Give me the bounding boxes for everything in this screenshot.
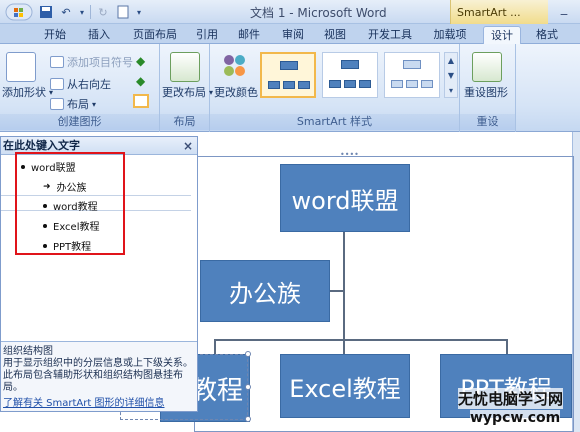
tab-home[interactable]: 开始 — [36, 26, 74, 44]
tab-view[interactable]: 视图 — [318, 26, 352, 44]
smartart-help-link[interactable]: 了解有关 SmartArt 图形的详细信息 — [3, 398, 195, 410]
quick-access-toolbar: ↶ ▾ ↻ ▾ — [4, 3, 143, 21]
frame-handle-top[interactable]: •••• — [340, 150, 359, 159]
right-to-left-label: 从右向左 — [67, 78, 111, 91]
node-child-2[interactable]: Excel教程 — [280, 354, 410, 418]
add-shape-button[interactable]: 添加形状 ▾ — [2, 84, 53, 100]
add-shape-label: 添加形状 — [2, 86, 46, 99]
highlight-box — [15, 152, 125, 255]
tab-developer[interactable]: 开发工具 — [364, 26, 416, 44]
ribbon-tabs: 开始 插入 页面布局 引用 邮件 审阅 视图 开发工具 加载项 设计 格式 — [0, 24, 580, 44]
layout-description-title: 组织结构图 — [3, 346, 53, 357]
change-colors-button[interactable]: 更改颜色▾ — [214, 84, 265, 100]
group-reset: 重设图形 重设 — [460, 44, 516, 132]
add-shape-icon — [6, 52, 36, 82]
add-bullet-label: 添加项目符号 — [67, 56, 133, 69]
tab-mailings[interactable]: 邮件 — [232, 26, 266, 44]
bullet-list-icon — [50, 56, 64, 68]
gallery-scroll[interactable]: ▲ ▼ ▾ — [444, 52, 458, 98]
customize-qat-icon[interactable]: ▾ — [135, 4, 143, 20]
connector-horizontal — [214, 339, 508, 341]
new-document-icon[interactable] — [115, 4, 131, 20]
add-bullet-button[interactable]: 添加项目符号 — [50, 54, 133, 70]
connector-trunk — [343, 232, 345, 340]
ribbon: 添加形状 ▾ 添加项目符号 从右向左 布局 ▾ ◆ ◆ 创建图形 更改布局 ▾ 布局 — [0, 44, 580, 132]
node-root[interactable]: word联盟 — [280, 164, 410, 232]
right-to-left-icon — [50, 78, 64, 90]
resize-handle[interactable] — [245, 384, 251, 390]
node-assistant[interactable]: 办公族 — [200, 260, 330, 322]
reset-graphic-button[interactable]: 重设图形 — [464, 84, 508, 100]
layout-label: 布局 — [67, 98, 89, 111]
watermark-url: wypcw.com — [470, 410, 561, 426]
document-title: 文档 1 - Microsoft Word — [250, 6, 387, 20]
layout-icon — [50, 98, 64, 110]
connector-assistant — [330, 290, 344, 292]
reset-graphic-label: 重设图形 — [464, 86, 508, 99]
reset-label: 重设 — [460, 114, 515, 130]
group-smartart-styles: 更改颜色▾ ▲▼▾ SmartArt 样式 — [210, 44, 460, 132]
close-icon[interactable]: × — [183, 137, 193, 155]
layout-description-body: 用于显示组织中的分层信息或上下级关系。此布局包含辅助形状和组织结构图悬挂布局。 — [3, 358, 193, 393]
connector-child-2 — [343, 339, 345, 355]
tab-review[interactable]: 审阅 — [276, 26, 310, 44]
dropdown-arrow-icon: ▾ — [92, 99, 97, 109]
smartart-styles-label: SmartArt 样式 — [210, 114, 459, 130]
change-layout-label: 更改布局 — [162, 86, 206, 99]
tab-references[interactable]: 引用 — [190, 26, 224, 44]
style-thumbnail-2[interactable] — [322, 52, 378, 98]
tab-insert[interactable]: 插入 — [80, 26, 118, 44]
save-icon[interactable] — [38, 4, 54, 20]
style-thumbnail-3[interactable] — [384, 52, 440, 98]
watermark-text: 无忧电脑学习网 — [458, 388, 564, 409]
text-pane: 在此处键入文字 × word联盟 ➜ 办公族 word教程 Excel教程 PPT… — [0, 136, 198, 412]
change-layout-button[interactable]: 更改布局 ▾ — [162, 84, 213, 100]
change-colors-icon — [220, 52, 250, 80]
connector-child-3 — [506, 339, 508, 355]
layouts-label: 布局 — [160, 114, 209, 130]
connector-child-1 — [214, 339, 216, 355]
smartart-tools-context: SmartArt ... — [450, 0, 548, 24]
qat-separator — [90, 5, 91, 19]
layout-description: 组织结构图 用于显示组织中的分层信息或上下级关系。此布局包含辅助形状和组织结构图… — [1, 341, 197, 411]
resize-handle[interactable] — [245, 351, 251, 357]
style-thumbnail-1[interactable] — [260, 52, 316, 98]
text-pane-toggle-icon[interactable] — [133, 94, 149, 108]
tab-format[interactable]: 格式 — [528, 26, 566, 44]
tab-add-ins[interactable]: 加载项 — [428, 26, 472, 44]
group-layouts: 更改布局 ▾ 布局 — [160, 44, 213, 132]
undo-dropdown-icon[interactable]: ▾ — [78, 4, 86, 20]
text-pane-title: 在此处键入文字 — [3, 139, 80, 152]
office-logo-icon[interactable] — [4, 3, 34, 21]
tab-design[interactable]: 设计 — [483, 26, 521, 44]
change-layout-icon — [170, 52, 200, 82]
right-to-left-button[interactable]: 从右向左 — [50, 76, 111, 92]
tab-page-layout[interactable]: 页面布局 — [124, 26, 186, 44]
layout-button[interactable]: 布局 ▾ — [50, 96, 96, 112]
redo-icon[interactable]: ↻ — [95, 4, 111, 20]
change-colors-label: 更改颜色 — [214, 86, 258, 99]
resize-handle[interactable] — [245, 416, 251, 422]
demote-icon[interactable]: ◆ — [136, 74, 145, 88]
minimize-icon[interactable]: _ — [552, 2, 576, 18]
group-create-graphic: 添加形状 ▾ 添加项目符号 从右向左 布局 ▾ ◆ ◆ 创建图形 — [0, 44, 160, 132]
title-bar: ↶ ▾ ↻ ▾ 文档 1 - Microsoft Word SmartArt .… — [0, 0, 580, 24]
undo-icon[interactable]: ↶ — [58, 4, 74, 20]
reset-graphic-icon — [472, 52, 502, 82]
create-graphic-label: 创建图形 — [0, 114, 159, 130]
promote-icon[interactable]: ◆ — [136, 54, 145, 68]
